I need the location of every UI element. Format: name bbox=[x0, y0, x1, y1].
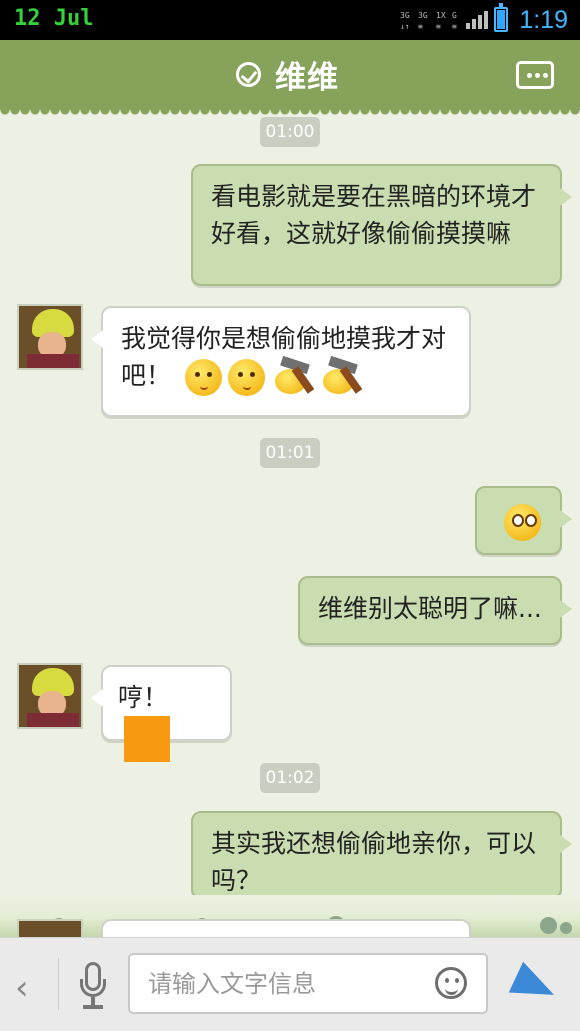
contact-avatar[interactable] bbox=[17, 304, 83, 370]
svg-text:≡: ≡ bbox=[436, 22, 441, 31]
message-text: 其实我还想偷偷地亲你，可以吗？ bbox=[211, 829, 537, 895]
outgoing-emoji-bubble[interactable] bbox=[475, 486, 572, 555]
chevron-left-icon[interactable]: ‹ bbox=[15, 968, 29, 1008]
toolbar-divider bbox=[58, 958, 59, 1010]
status-date: 12 Jul bbox=[14, 6, 94, 31]
verified-check-icon bbox=[236, 61, 261, 87]
surprised-face-icon bbox=[227, 358, 265, 396]
battery-icon bbox=[494, 3, 508, 32]
contact-avatar[interactable] bbox=[17, 663, 83, 729]
svg-text:G: G bbox=[452, 11, 457, 20]
send-icon[interactable] bbox=[512, 963, 558, 1005]
microphone-icon[interactable] bbox=[78, 962, 108, 1012]
more-options-button[interactable] bbox=[516, 61, 554, 89]
timestamp-divider: 01:00 bbox=[260, 117, 320, 147]
timestamp-divider: 01:02 bbox=[260, 763, 320, 793]
chat-title-group: 维维 bbox=[236, 54, 339, 96]
hammer-face-icon bbox=[319, 355, 363, 396]
svg-text:≡: ≡ bbox=[418, 22, 423, 31]
svg-text:3G: 3G bbox=[418, 11, 428, 20]
outgoing-message-bubble[interactable]: 维维别太聪明了嘛... bbox=[298, 576, 572, 645]
svg-text:3G: 3G bbox=[400, 11, 410, 20]
message-text: 看电影就是要在黑暗的环境才好看，这就好像偷偷摸摸嘛 bbox=[211, 182, 537, 248]
status-time: 1:19 bbox=[519, 6, 568, 34]
surprised-face-icon bbox=[184, 358, 222, 396]
orange-square-icon bbox=[124, 716, 170, 762]
svg-text:≡: ≡ bbox=[452, 22, 457, 31]
timestamp-divider: 01:01 bbox=[260, 438, 320, 468]
svg-text:1X: 1X bbox=[436, 11, 446, 20]
message-input-placeholder: 请输入文字信息 bbox=[148, 970, 316, 998]
message-text: 哼！ bbox=[118, 683, 169, 712]
incoming-message-bubble[interactable]: 我觉得你是想偷偷地摸我才对吧！ bbox=[91, 306, 471, 417]
outgoing-message-bubble[interactable]: 其实我还想偷偷地亲你，可以吗？ bbox=[191, 811, 572, 899]
emoji-picker-icon[interactable] bbox=[435, 967, 467, 999]
message-text: 维维别太聪明了嘛... bbox=[318, 594, 542, 623]
rolling-eyes-face-icon bbox=[504, 503, 541, 541]
outgoing-message-bubble[interactable]: 看电影就是要在黑暗的环境才好看，这就好像偷偷摸摸嘛 bbox=[191, 164, 572, 286]
svg-text:↓↑: ↓↑ bbox=[400, 22, 410, 31]
message-input[interactable]: 请输入文字信息 bbox=[128, 953, 488, 1014]
hammer-face-icon bbox=[271, 355, 315, 396]
incoming-message-bubble[interactable]: 哼！ bbox=[91, 665, 232, 762]
message-input-bar: ‹ 请输入文字信息 bbox=[0, 937, 580, 1031]
status-bar: 12 Jul 3G ↓↑ 3G ≡ 1X ≡ G ≡ 1:19 bbox=[0, 0, 580, 40]
network-status-icon: 3G ↓↑ 3G ≡ 1X ≡ G ≡ bbox=[400, 11, 488, 31]
chat-screen: 12 Jul 3G ↓↑ 3G ≡ 1X ≡ G ≡ 1:19 维维 01:00… bbox=[0, 0, 580, 1031]
decorative-grass-footer bbox=[0, 895, 580, 940]
chat-header: 维维 bbox=[0, 40, 580, 116]
chat-title: 维维 bbox=[275, 59, 339, 96]
